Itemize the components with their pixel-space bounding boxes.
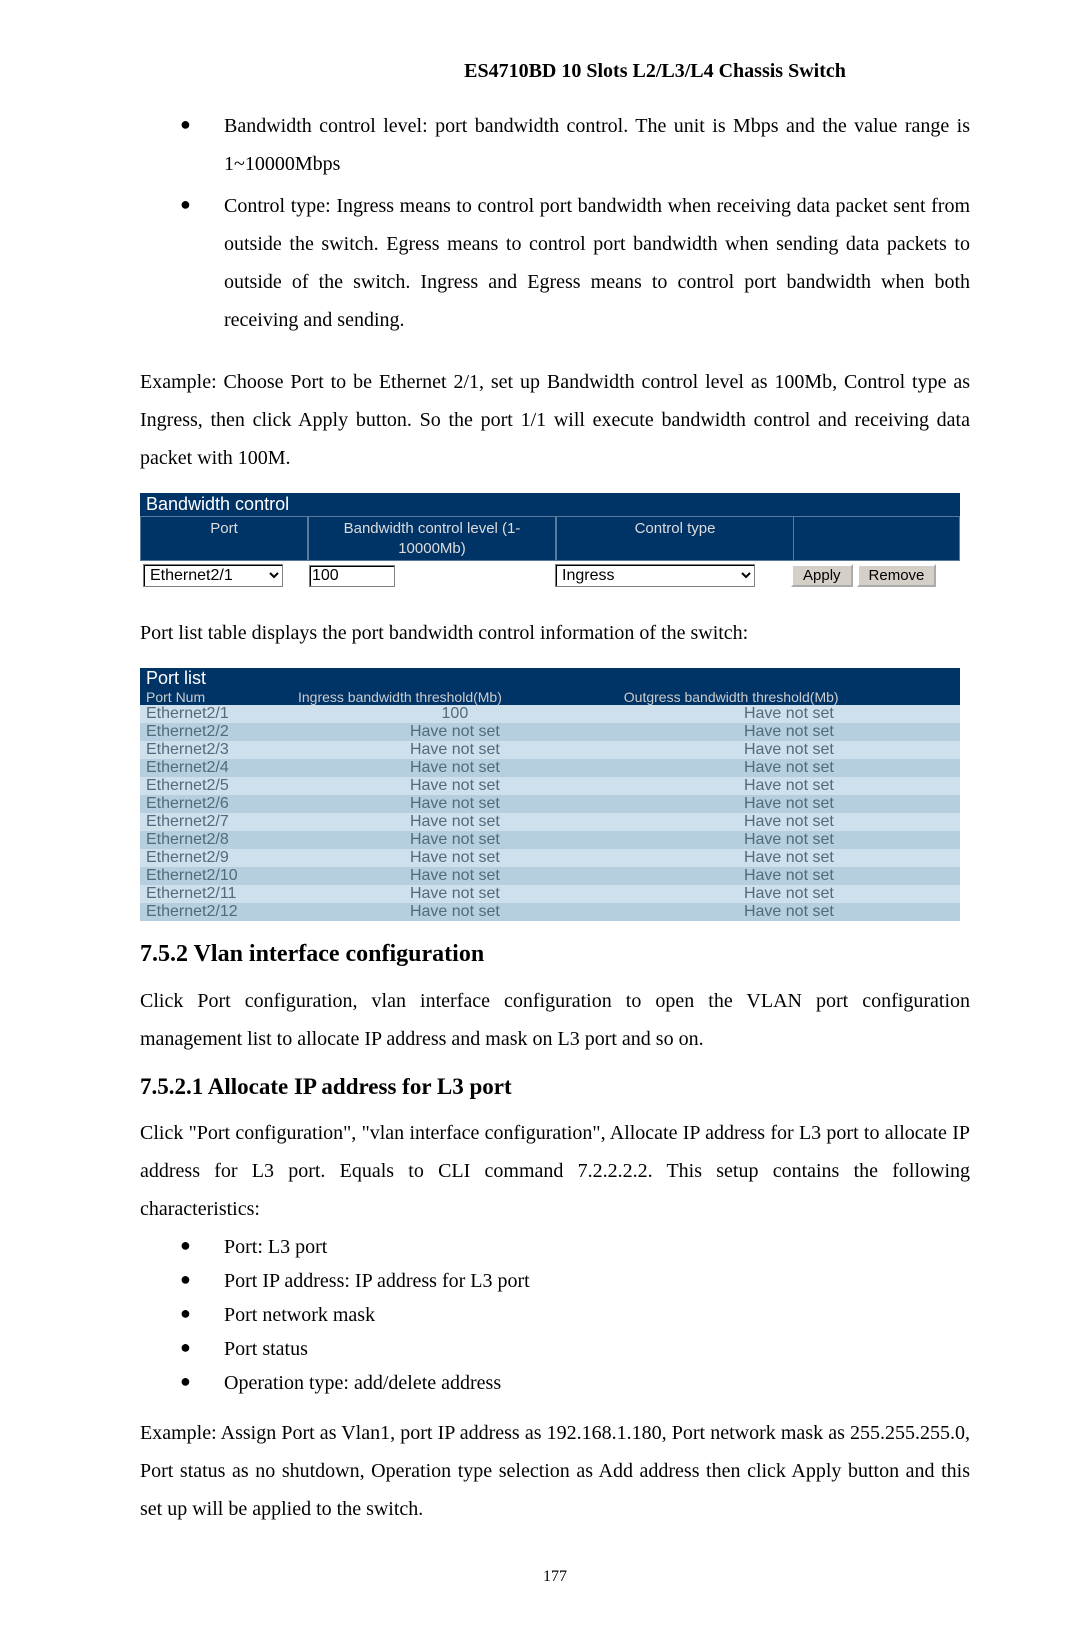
ingress-cell: Have not set	[292, 867, 618, 885]
bandwidth-control-panel: Bandwidth control Port Bandwidth control…	[140, 493, 960, 590]
port-cell: Ethernet2/2	[140, 723, 292, 741]
outgress-cell: Have not set	[618, 849, 960, 867]
port-cell: Ethernet2/5	[140, 777, 292, 795]
ingress-cell: Have not set	[292, 741, 618, 759]
table-row: Ethernet2/2Have not setHave not set	[140, 723, 960, 741]
port-cell: Ethernet2/4	[140, 759, 292, 777]
outgress-cell: Have not set	[618, 741, 960, 759]
remove-button[interactable]: Remove	[857, 564, 937, 587]
outgress-cell: Have not set	[618, 777, 960, 795]
example-paragraph-1: Example: Choose Port to be Ethernet 2/1,…	[140, 363, 970, 477]
ingress-cell: Have not set	[292, 723, 618, 741]
apply-button[interactable]: Apply	[791, 564, 853, 587]
port-list-table: Port list Port Num Ingress bandwidth thr…	[140, 668, 960, 921]
col-header-blank	[794, 516, 960, 561]
section-7-5-2-heading: 7.5.2 Vlan interface configuration	[140, 941, 970, 968]
list-item: Bandwidth control level: port bandwidth …	[180, 107, 970, 183]
col-header-control-type: Control type	[556, 516, 794, 561]
bandwidth-level-input[interactable]	[309, 565, 395, 587]
list-item: Port: L3 port	[180, 1232, 970, 1262]
port-cell: Ethernet2/12	[140, 903, 292, 921]
characteristics-list: Port: L3 port Port IP address: IP addres…	[140, 1232, 970, 1398]
table-row: Ethernet2/11Have not setHave not set	[140, 885, 960, 903]
outgress-cell: Have not set	[618, 705, 960, 723]
port-cell: Ethernet2/10	[140, 867, 292, 885]
outgress-cell: Have not set	[618, 813, 960, 831]
table-row: Ethernet2/5Have not setHave not set	[140, 777, 960, 795]
section-7-5-2-paragraph: Click Port configuration, vlan interface…	[140, 982, 970, 1058]
bandwidth-control-title: Bandwidth control	[146, 494, 289, 514]
table-row: Ethernet2/1100Have not set	[140, 705, 960, 723]
outgress-cell: Have not set	[618, 831, 960, 849]
section-7-5-2-1-heading: 7.5.2.1 Allocate IP address for L3 port	[140, 1074, 970, 1100]
port-cell: Ethernet2/3	[140, 741, 292, 759]
col-header-level: Bandwidth control level (1-10000Mb)	[308, 516, 556, 561]
portlist-col-port: Port Num	[140, 689, 292, 705]
ingress-cell: Have not set	[292, 903, 618, 921]
control-type-select[interactable]: Ingress	[555, 564, 755, 587]
portlist-intro: Port list table displays the port bandwi…	[140, 614, 970, 652]
ingress-cell: Have not set	[292, 813, 618, 831]
outgress-cell: Have not set	[618, 867, 960, 885]
port-cell: Ethernet2/9	[140, 849, 292, 867]
ingress-cell: Have not set	[292, 795, 618, 813]
table-row: Ethernet2/8Have not setHave not set	[140, 831, 960, 849]
port-cell: Ethernet2/8	[140, 831, 292, 849]
list-item: Port status	[180, 1334, 970, 1364]
port-cell: Ethernet2/6	[140, 795, 292, 813]
section-7-5-2-1-paragraph: Click "Port configuration", "vlan interf…	[140, 1114, 970, 1228]
table-row: Ethernet2/9Have not setHave not set	[140, 849, 960, 867]
page-header: ES4710BD 10 Slots L2/L3/L4 Chassis Switc…	[340, 60, 970, 83]
ingress-cell: Have not set	[292, 777, 618, 795]
example-paragraph-2: Example: Assign Port as Vlan1, port IP a…	[140, 1414, 970, 1528]
portlist-title: Port list	[140, 668, 960, 689]
page-number: 177	[140, 1568, 970, 1586]
list-item: Port IP address: IP address for L3 port	[180, 1266, 970, 1296]
outgress-cell: Have not set	[618, 795, 960, 813]
ingress-cell: Have not set	[292, 885, 618, 903]
list-item: Port network mask	[180, 1300, 970, 1330]
col-header-port: Port	[140, 516, 308, 561]
portlist-col-outgress: Outgress bandwidth threshold(Mb)	[618, 689, 960, 705]
outgress-cell: Have not set	[618, 759, 960, 777]
ingress-cell: Have not set	[292, 849, 618, 867]
outgress-cell: Have not set	[618, 903, 960, 921]
table-row: Ethernet2/10Have not setHave not set	[140, 867, 960, 885]
top-bullet-list: Bandwidth control level: port bandwidth …	[140, 107, 970, 339]
port-select[interactable]: Ethernet2/1	[143, 564, 283, 587]
outgress-cell: Have not set	[618, 885, 960, 903]
outgress-cell: Have not set	[618, 723, 960, 741]
list-item: Control type: Ingress means to control p…	[180, 187, 970, 339]
table-row: Ethernet2/7Have not setHave not set	[140, 813, 960, 831]
table-row: Ethernet2/12Have not setHave not set	[140, 903, 960, 921]
table-row: Ethernet2/4Have not setHave not set	[140, 759, 960, 777]
ingress-cell: Have not set	[292, 831, 618, 849]
ingress-cell: Have not set	[292, 759, 618, 777]
port-cell: Ethernet2/1	[140, 705, 292, 723]
port-cell: Ethernet2/11	[140, 885, 292, 903]
port-cell: Ethernet2/7	[140, 813, 292, 831]
portlist-col-ingress: Ingress bandwidth threshold(Mb)	[292, 689, 618, 705]
table-row: Ethernet2/3Have not setHave not set	[140, 741, 960, 759]
table-row: Ethernet2/6Have not setHave not set	[140, 795, 960, 813]
ingress-cell: 100	[292, 705, 618, 723]
list-item: Operation type: add/delete address	[180, 1368, 970, 1398]
